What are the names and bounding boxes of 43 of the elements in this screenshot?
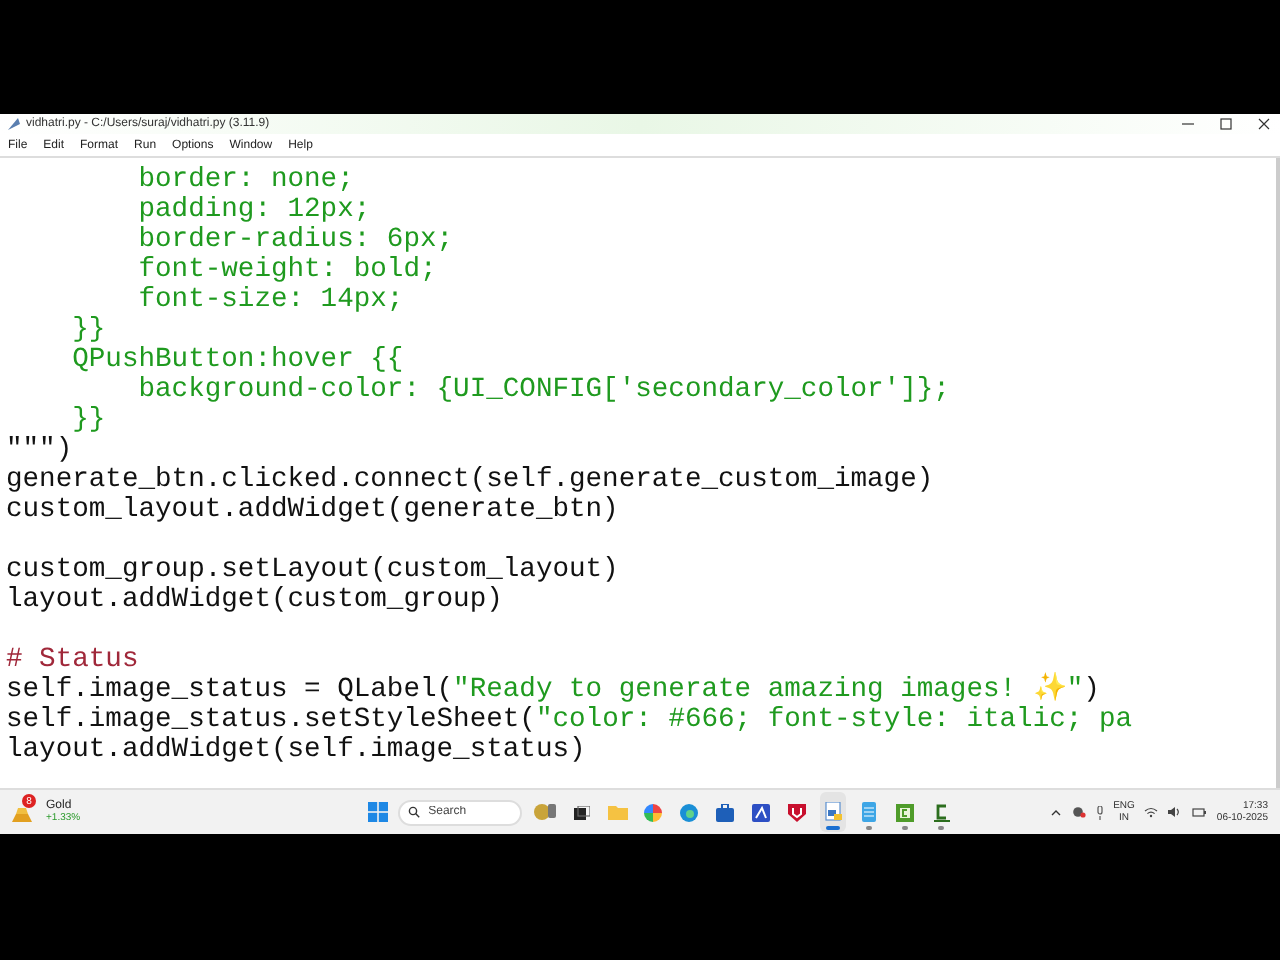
code-line: font-weight: bold; [136,256,439,286]
string-literal: "Ready to generate amazing images! ✨" [453,676,1084,706]
chevron-up-icon[interactable] [1049,808,1062,816]
code-line: padding: 12px; [136,196,373,226]
task-view-icon [573,805,590,819]
app-tile-icon [752,803,771,821]
python-file-icon [823,802,844,822]
code-line: QPushButton:hover {{ [70,346,406,376]
c-letter-icon [933,803,950,821]
code-line: }} [70,406,108,436]
code-text: ) [1083,676,1100,706]
coin-icon [534,802,557,822]
microphone-icon[interactable] [1095,805,1104,819]
code-text: self.image_status.setStyleSheet( [6,706,536,736]
color-wheel-icon [644,803,663,821]
store-bag-icon [716,803,735,821]
bullion-bars-icon [12,806,32,822]
shield-icon [788,803,807,821]
code-line: """) [6,436,75,466]
battery-icon[interactable] [1192,806,1207,818]
speaker-icon[interactable] [1168,806,1183,818]
code-line: # Status [6,646,141,676]
framed-c-icon [896,803,915,821]
code-text: self.image_status = QLabel( [6,676,454,706]
browser-icon [680,803,699,821]
wifi-icon[interactable] [1144,806,1159,818]
code-line: font-size: 14px; [136,286,406,316]
string-literal: "color: #666; font-style: italic; pa [535,706,1133,736]
code-line: layout.addWidget(custom_group) [6,586,505,616]
notepad-icon [862,802,877,822]
idle-feather-icon [8,118,20,130]
code-line: layout.addWidget(self.image_status) [6,736,588,766]
code-line: background-color: {UI_CONFIG['secondary_color']}; [136,376,952,406]
code-line: }} [70,316,108,346]
close-icon[interactable] [1256,116,1272,132]
code-line: border-radius: 6px; [136,226,456,256]
maximize-icon[interactable] [1218,116,1234,132]
code-line: border: none; [136,166,356,196]
folder-icon [607,804,628,820]
code-line: custom_group.setLayout(custom_layout) [6,556,621,586]
code-line: custom_layout.addWidget(generate_btn) [6,496,621,526]
code-line: generate_btn.clicked.connect(self.generate_custom_image) [6,466,936,496]
windows-start-icon[interactable] [368,802,389,822]
